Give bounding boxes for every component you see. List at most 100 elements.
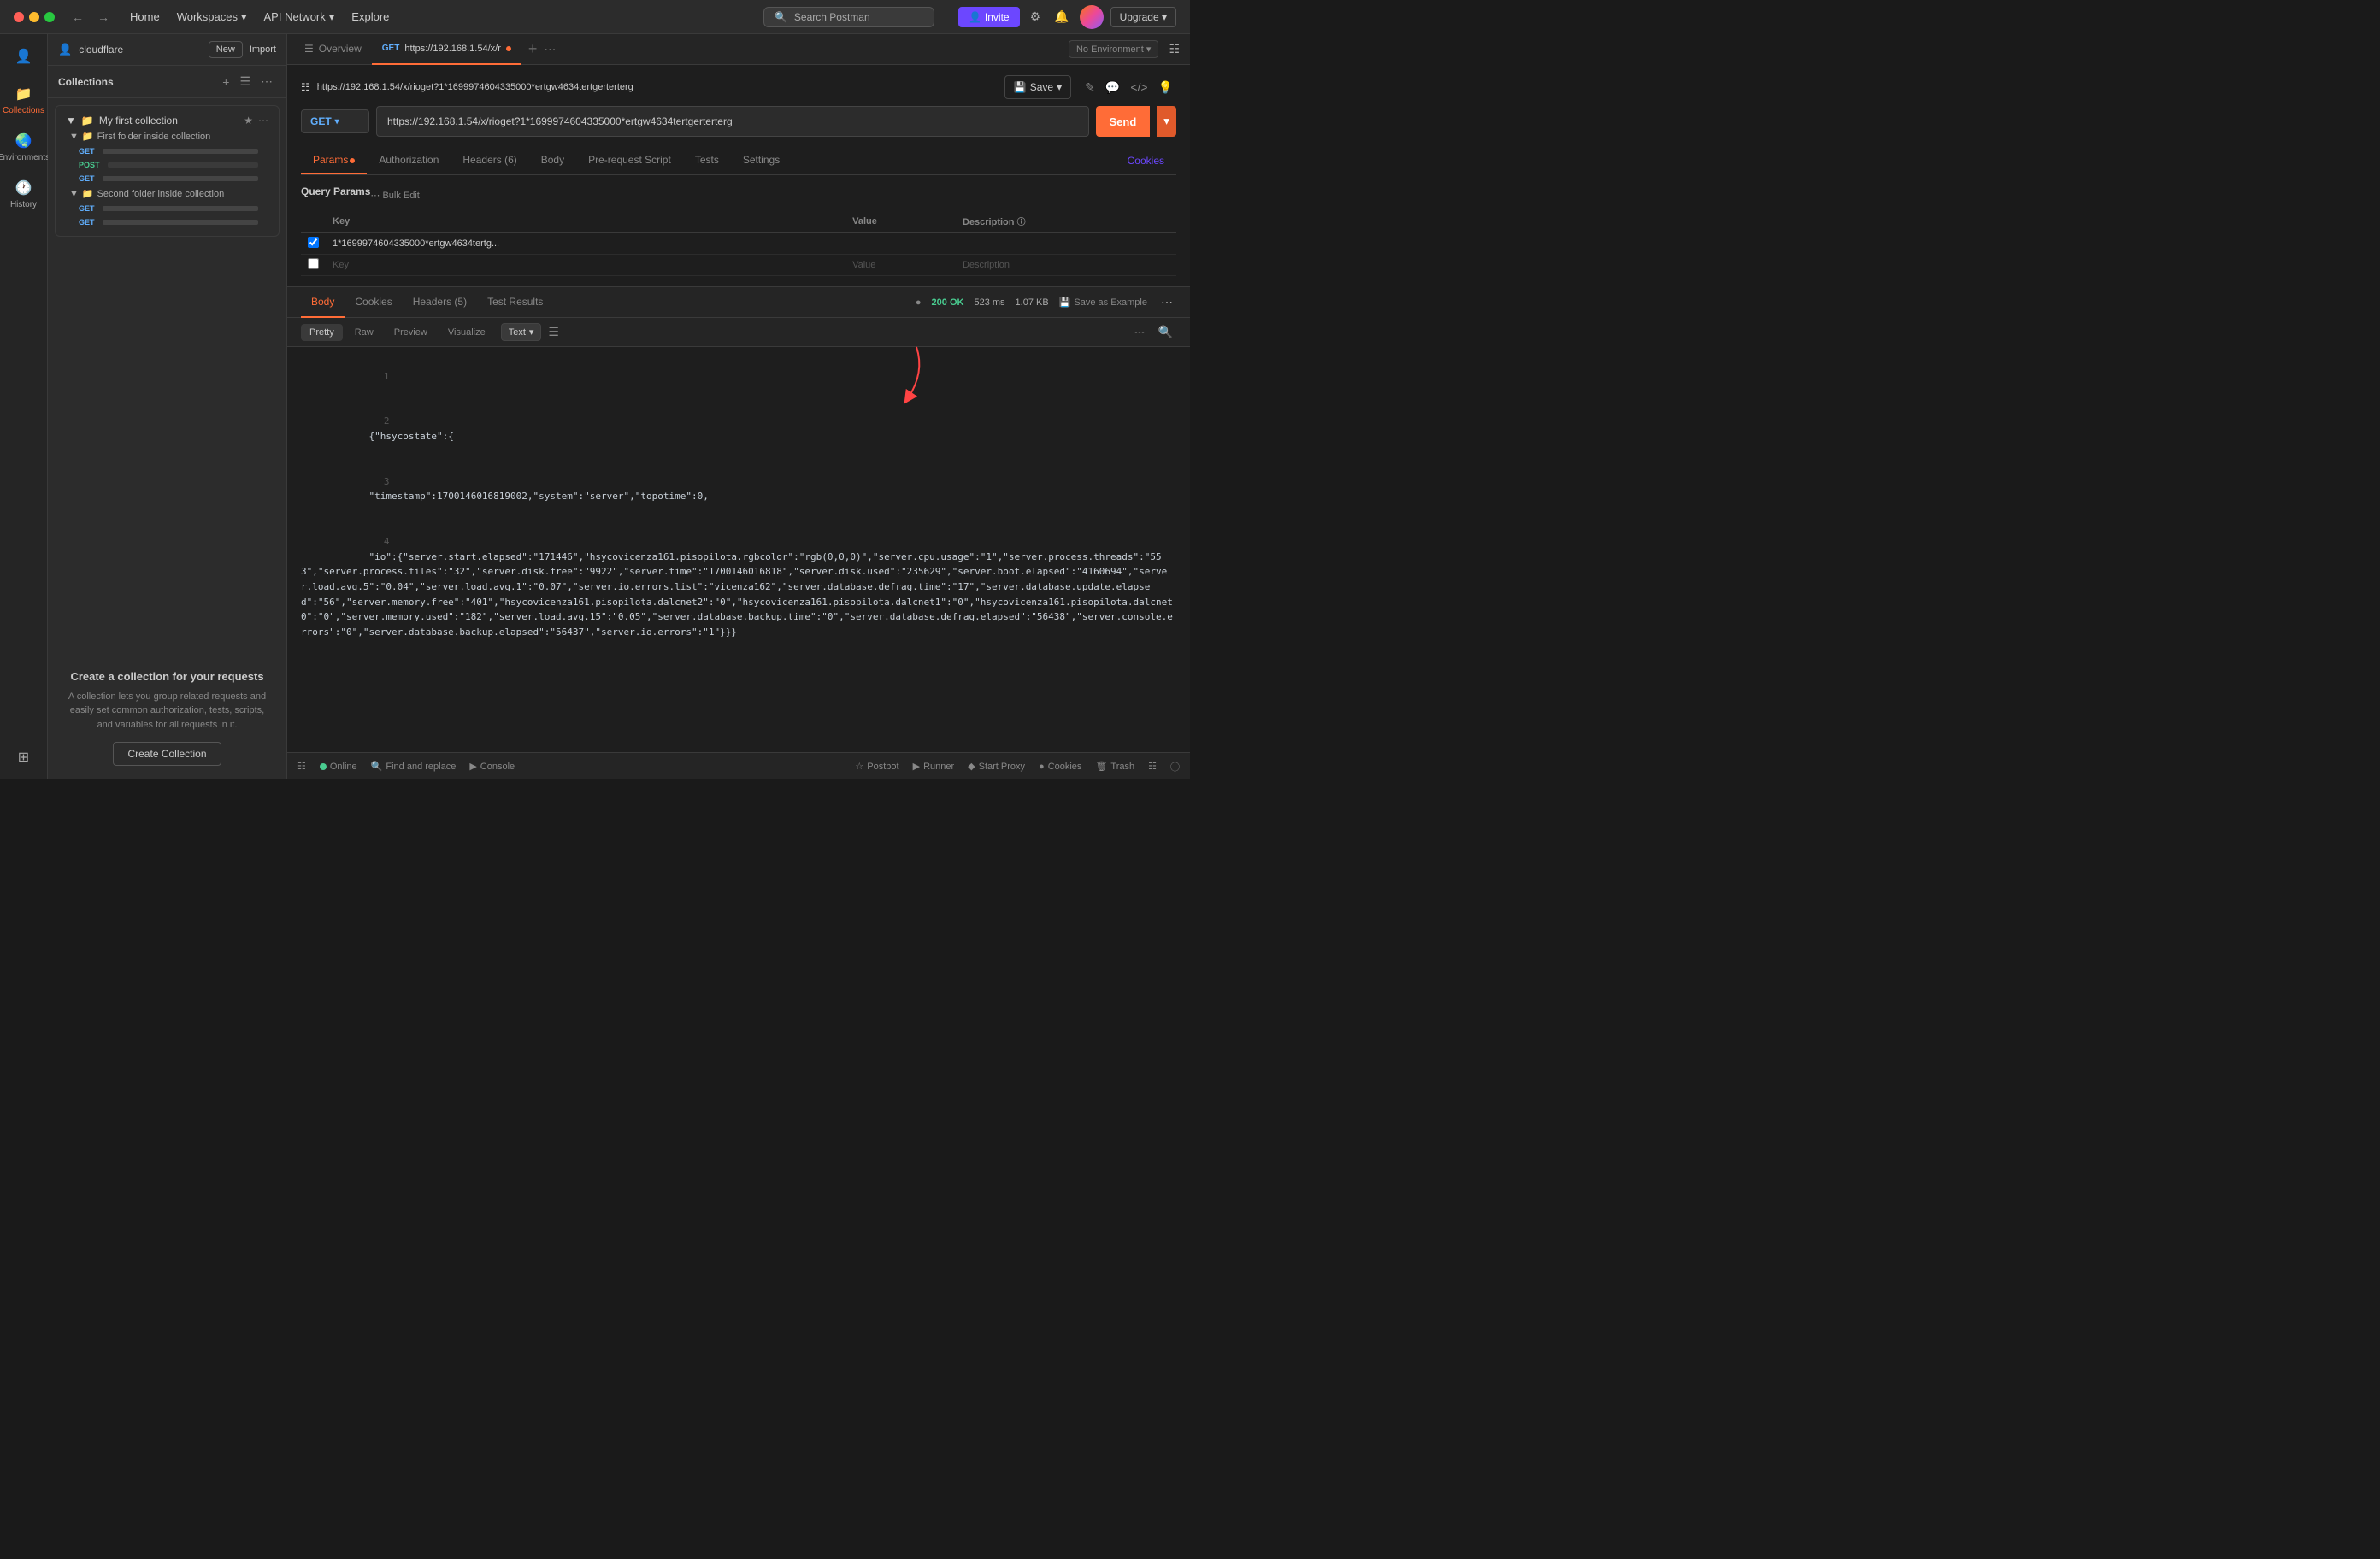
sort-collection-btn[interactable]: ☰ xyxy=(236,73,254,91)
format-type-dropdown[interactable]: Text ▾ xyxy=(501,323,542,341)
format-tab-raw[interactable]: Raw xyxy=(346,324,382,341)
cookies-link[interactable]: Cookies xyxy=(1116,148,1176,174)
edit-icon-btn[interactable]: ✎ xyxy=(1081,77,1099,98)
response-tab-headers[interactable]: Headers (5) xyxy=(403,287,477,318)
avatar[interactable] xyxy=(1080,5,1104,29)
param-checkbox-2[interactable] xyxy=(308,258,319,269)
explore-nav[interactable]: Explore xyxy=(345,7,396,26)
tab-more[interactable]: ⋯ xyxy=(544,42,556,56)
response-more-btn[interactable]: ⋯ xyxy=(1158,291,1176,313)
req-tab-prerequest[interactable]: Pre-request Script xyxy=(576,147,683,174)
request-item-1[interactable]: GET xyxy=(62,144,272,158)
more-collection-btn[interactable]: ⋯ xyxy=(257,73,276,91)
collection-more[interactable]: ⋯ xyxy=(258,115,268,126)
format-icon-btn[interactable]: ☰ xyxy=(545,323,563,341)
format-tab-preview[interactable]: Preview xyxy=(386,324,436,341)
runner-label: Runner xyxy=(923,762,954,772)
status-grid[interactable]: ☷ xyxy=(1148,761,1157,772)
magic-icon-btn[interactable]: 💡 xyxy=(1155,77,1176,98)
response-tab-cookies[interactable]: Cookies xyxy=(345,287,402,318)
response-tab-body[interactable]: Body xyxy=(301,287,345,318)
copy-response-btn[interactable]: ⎓ xyxy=(1131,323,1147,341)
no-environment[interactable]: No Environment ▾ xyxy=(1069,40,1158,58)
param-checkbox-1[interactable] xyxy=(308,237,319,248)
minimize-traffic-light[interactable] xyxy=(29,12,39,22)
tab-overview[interactable]: ☰ Overview xyxy=(294,34,372,65)
bulk-edit-btn[interactable]: ⋯ Bulk Edit xyxy=(370,190,419,201)
code-area[interactable]: 1 2 {"hsycostate":{ 3 "timestamp":170014… xyxy=(287,347,1190,752)
format-tab-pretty[interactable]: Pretty xyxy=(301,324,343,341)
req-tab-headers[interactable]: Headers (6) xyxy=(451,147,528,174)
format-tab-visualize[interactable]: Visualize xyxy=(439,324,494,341)
req-tab-authorization[interactable]: Authorization xyxy=(367,147,451,174)
add-collection-btn[interactable]: + xyxy=(219,73,233,91)
env-manager-button[interactable]: ☷ xyxy=(1165,38,1183,60)
status-runner[interactable]: ▶ Runner xyxy=(913,761,955,772)
back-button[interactable]: ← xyxy=(68,9,87,26)
upgrade-button[interactable]: Upgrade ▾ xyxy=(1110,7,1176,27)
collection-name[interactable]: ▼ 📁 My first collection ★ ⋯ xyxy=(62,113,272,128)
import-button[interactable]: Import xyxy=(250,44,276,55)
url-input[interactable] xyxy=(376,106,1089,137)
collection-star[interactable]: ★ xyxy=(244,115,253,126)
save-example-button[interactable]: 💾 Save as Example xyxy=(1059,297,1147,308)
request-item-2[interactable]: POST xyxy=(62,158,272,172)
sidebar-item-collections[interactable]: 📁 Collections xyxy=(3,79,44,122)
notifications-button[interactable]: 🔔 xyxy=(1051,6,1072,27)
param-desc-placeholder[interactable]: Description xyxy=(956,255,1176,276)
forward-button[interactable]: → xyxy=(94,9,113,26)
param-value-placeholder[interactable]: Value xyxy=(845,255,956,276)
param-value-1[interactable] xyxy=(845,233,956,255)
save-button[interactable]: 💾 Save ▾ xyxy=(1004,75,1071,99)
request-item-3[interactable]: GET xyxy=(62,172,272,185)
home-nav[interactable]: Home xyxy=(123,7,167,26)
api-network-nav[interactable]: API Network ▾ xyxy=(257,7,342,27)
status-start-proxy[interactable]: ◆ Start Proxy xyxy=(968,761,1025,772)
upgrade-label: Upgrade xyxy=(1120,11,1159,23)
tab-close[interactable] xyxy=(506,46,511,51)
request-item-5[interactable]: GET xyxy=(62,215,272,229)
invite-button[interactable]: 👤 Invite xyxy=(958,7,1020,27)
comment-icon-btn[interactable]: 💬 xyxy=(1102,77,1123,98)
sidebar-user[interactable]: 👤 xyxy=(3,41,44,75)
tab-get-active[interactable]: GET https://192.168.1.54/x/r xyxy=(372,34,521,65)
folder-item-1[interactable]: ▼ 📁 First folder inside collection xyxy=(62,128,272,144)
panel-actions: + ☰ ⋯ xyxy=(219,73,276,91)
req-tab-body[interactable]: Body xyxy=(529,147,576,174)
new-button[interactable]: New xyxy=(209,41,243,58)
status-cookies[interactable]: ● Cookies xyxy=(1039,762,1081,772)
sidebar-item-environments[interactable]: 🌏 Environments xyxy=(3,126,44,169)
close-traffic-light[interactable] xyxy=(14,12,24,22)
status-sidebar-toggle[interactable]: ☷ xyxy=(298,761,306,772)
param-key-placeholder[interactable]: Key xyxy=(326,255,845,276)
workspaces-nav[interactable]: Workspaces ▾ xyxy=(170,7,254,27)
sidebar-new-collection[interactable]: ⊞ xyxy=(3,742,44,773)
search-response-btn[interactable]: 🔍 xyxy=(1155,323,1176,341)
status-online[interactable]: Online xyxy=(320,762,357,772)
response-tab-test-results[interactable]: Test Results xyxy=(477,287,553,318)
method-select[interactable]: GET ▾ xyxy=(301,109,369,133)
status-postbot[interactable]: ☆ Postbot xyxy=(855,761,898,772)
param-desc-1[interactable] xyxy=(956,233,1176,255)
req-tab-params[interactable]: Params xyxy=(301,147,367,174)
req-tab-settings[interactable]: Settings xyxy=(731,147,792,174)
search-bar[interactable]: 🔍 Search Postman xyxy=(763,7,934,27)
req-tab-tests[interactable]: Tests xyxy=(683,147,731,174)
sidebar-item-history[interactable]: 🕐 History xyxy=(3,173,44,216)
request-item-4[interactable]: GET xyxy=(62,202,272,215)
send-dropdown-button[interactable]: ▾ xyxy=(1157,106,1176,137)
create-collection-button[interactable]: Create Collection xyxy=(113,742,221,766)
maximize-traffic-light[interactable] xyxy=(44,12,55,22)
status-trash[interactable]: 🗑 Trash xyxy=(1095,761,1134,772)
add-tab-button[interactable]: + xyxy=(521,40,545,58)
status-help[interactable]: ⓘ xyxy=(1170,760,1180,774)
status-console[interactable]: ▶ Console xyxy=(469,761,515,772)
response-tabs: Body Cookies Headers (5) Test Results xyxy=(301,287,553,318)
code-icon-btn[interactable]: </> xyxy=(1127,77,1151,98)
param-key-1[interactable]: 1*1699974604335000*ertgw4634tertg... xyxy=(326,233,845,255)
folder-item-2[interactable]: ▼ 📁 Second folder inside collection xyxy=(62,185,272,202)
send-button[interactable]: Send xyxy=(1096,106,1151,137)
settings-button[interactable]: ⚙ xyxy=(1027,6,1045,27)
code-content-2: {"hsycostate":{ xyxy=(368,431,453,442)
status-find-replace[interactable]: 🔍 Find and replace xyxy=(371,761,457,772)
